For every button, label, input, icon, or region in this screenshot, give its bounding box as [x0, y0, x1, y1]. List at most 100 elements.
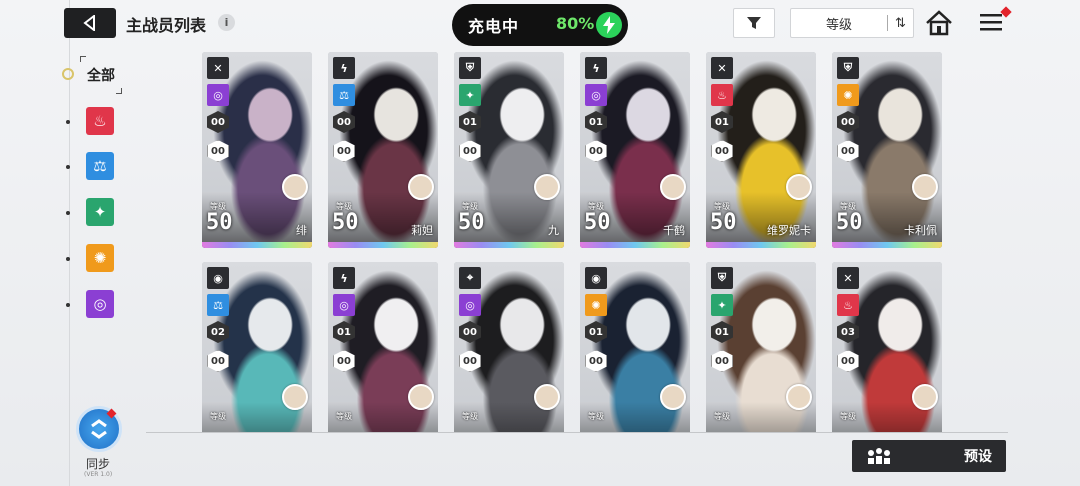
- element-icon: ⚖: [333, 84, 355, 106]
- character-card[interactable]: ⛨ ✦ 01 00 等级 50 九: [454, 52, 564, 248]
- character-card[interactable]: ⛨ ✦ 01 00 等级: [706, 262, 816, 432]
- character-name: 莉妲: [411, 224, 433, 237]
- support-avatar: [912, 384, 938, 410]
- character-card[interactable]: ϟ ⚖ 00 00 等级 50 莉妲: [328, 52, 438, 248]
- element-icon: ✦: [459, 84, 481, 106]
- level-value: 50: [332, 210, 359, 235]
- filter-button[interactable]: [733, 8, 775, 38]
- page-title: 主战员列表: [126, 16, 207, 35]
- rarity-bar: [706, 242, 816, 248]
- category-all[interactable]: 全部: [80, 56, 122, 94]
- fire-icon: ♨: [93, 112, 107, 130]
- element-icon: ♨: [837, 294, 859, 316]
- lightning-icon: [596, 12, 622, 38]
- target-icon: ◉: [207, 267, 229, 289]
- corner-mark: [116, 88, 122, 94]
- team-preset-icon: [868, 448, 890, 464]
- sort-label: 等级: [825, 17, 852, 33]
- void-icon: ◎: [93, 295, 107, 313]
- element-icon: ✺: [837, 84, 859, 106]
- charging-status: 充电中 80%: [452, 4, 628, 46]
- category-bullet: [66, 211, 70, 215]
- element-icon: ◎: [333, 294, 355, 316]
- rarity-bar: [580, 242, 690, 248]
- sync-label: 同步: [86, 457, 111, 471]
- character-card[interactable]: ✕ ♨ 01 00 等级 50 维罗妮卡: [706, 52, 816, 248]
- wind-icon: ✦: [93, 203, 107, 221]
- character-card[interactable]: ⌖ ◎ 00 00 等级: [454, 262, 564, 432]
- menu-button[interactable]: [980, 6, 1012, 36]
- category-all-label: 全部: [87, 68, 115, 84]
- category-sun[interactable]: ✺: [86, 244, 114, 272]
- category-balance[interactable]: ⚖: [86, 152, 114, 180]
- bolt-icon: ϟ: [585, 57, 607, 79]
- swords-icon: ✕: [207, 57, 229, 79]
- support-avatar: [912, 174, 938, 200]
- level-label: 等级: [714, 412, 730, 421]
- home-button[interactable]: [925, 10, 953, 36]
- charging-percent: 80%: [556, 14, 595, 33]
- corner-mark: [80, 56, 86, 62]
- back-button[interactable]: [64, 8, 116, 38]
- level-label: 等级: [462, 412, 478, 421]
- target-icon: ◉: [585, 267, 607, 289]
- category-fire[interactable]: ♨: [86, 107, 114, 135]
- rarity-bar: [454, 242, 564, 248]
- element-icon: ◎: [585, 84, 607, 106]
- level-value: 50: [458, 210, 485, 235]
- character-name: 千鹤: [663, 224, 685, 237]
- category-bullet: [66, 303, 70, 307]
- charging-label: 充电中: [468, 17, 520, 36]
- element-icon: ♨: [711, 84, 733, 106]
- rarity-bar: [202, 242, 312, 248]
- filter-icon: [747, 17, 761, 29]
- support-avatar: [786, 174, 812, 200]
- character-card[interactable]: ϟ ◎ 01 00 等级: [328, 262, 438, 432]
- sync-sublabel: (VER 1.0): [84, 471, 113, 478]
- home-icon: [926, 10, 952, 36]
- preset-button[interactable]: 预设: [852, 440, 1006, 472]
- sort-dropdown[interactable]: 等级 ⇅: [790, 8, 914, 38]
- level-label: 等级: [840, 412, 856, 421]
- element-icon: ✦: [711, 294, 733, 316]
- level-label: 等级: [210, 412, 226, 421]
- swords-icon: ✕: [711, 57, 733, 79]
- category-bullet: [66, 120, 70, 124]
- support-avatar: [408, 384, 434, 410]
- character-card[interactable]: ◉ ✺ 01 00 等级: [580, 262, 690, 432]
- character-card[interactable]: ◉ ⚖ 02 00 等级: [202, 262, 312, 432]
- category-bullet-selected: [62, 68, 74, 80]
- character-card[interactable]: ⛨ ✺ 00 00 等级 50 卡利佩: [832, 52, 942, 248]
- support-avatar: [786, 384, 812, 410]
- character-card[interactable]: ✕ ◎ 00 00 等级 50 绯: [202, 52, 312, 248]
- info-icon[interactable]: i: [218, 14, 235, 31]
- category-wind[interactable]: ✦: [86, 198, 114, 226]
- category-bullet: [66, 165, 70, 169]
- support-avatar: [534, 384, 560, 410]
- element-icon: ⚖: [207, 294, 229, 316]
- level-value: 50: [710, 210, 737, 235]
- rarity-bar: [328, 242, 438, 248]
- character-grid: ✕ ◎ 00 00 等级 50 绯 ϟ ⚖ 00 00 等级 50 莉妲 ⛨ ✦…: [202, 52, 948, 432]
- shield-icon: ⛨: [459, 57, 481, 79]
- character-card[interactable]: ✕ ♨ 03 00 等级: [832, 262, 942, 432]
- swords-icon: ✕: [837, 267, 859, 289]
- character-card[interactable]: ϟ ◎ 01 00 等级 50 千鹤: [580, 52, 690, 248]
- left-panel: [0, 0, 70, 486]
- category-void[interactable]: ◎: [86, 290, 114, 318]
- level-value: 50: [206, 210, 233, 235]
- sort-order-icon[interactable]: ⇅: [888, 16, 913, 31]
- crosshair-icon: ⌖: [459, 267, 481, 289]
- level-label: 等级: [336, 412, 352, 421]
- level-value: 50: [584, 210, 611, 235]
- character-name: 九: [548, 224, 559, 237]
- level-value: 50: [836, 210, 863, 235]
- character-name: 维罗妮卡: [767, 224, 811, 237]
- back-arrow-icon: [83, 15, 95, 31]
- shield-icon: ⛨: [711, 267, 733, 289]
- sync-icon: [91, 419, 107, 439]
- bolt-icon: ϟ: [333, 267, 355, 289]
- support-avatar: [534, 174, 560, 200]
- balance-icon: ⚖: [93, 157, 107, 175]
- element-icon: ◎: [207, 84, 229, 106]
